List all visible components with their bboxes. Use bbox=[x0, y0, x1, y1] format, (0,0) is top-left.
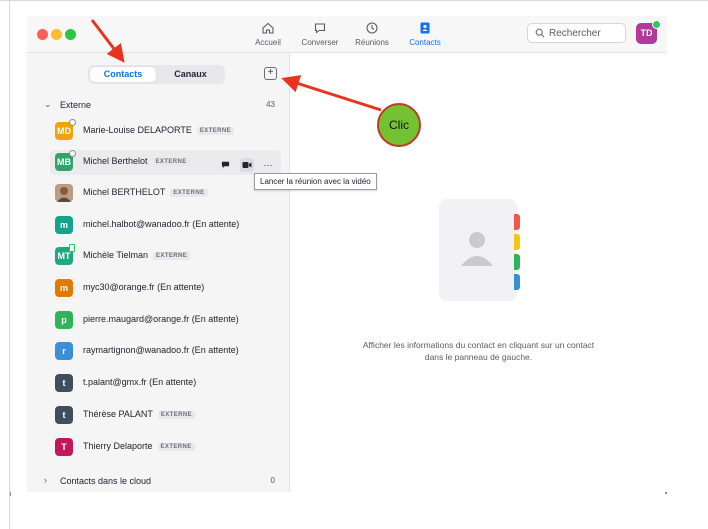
contact-row[interactable]: MB Michel Berthelot EXTERNE ··· bbox=[50, 150, 281, 175]
group-external-count: 43 bbox=[266, 100, 275, 109]
contact-photo-avatar bbox=[55, 184, 73, 202]
empty-state-line-1: Afficher les informations du contact en … bbox=[362, 340, 595, 350]
add-contact-button[interactable]: + bbox=[264, 67, 277, 80]
tab-contacts[interactable]: Contacts bbox=[90, 67, 156, 82]
contact-name: Marie-Louise DELAPORTE bbox=[83, 125, 192, 135]
search-placeholder: Rechercher bbox=[549, 28, 601, 39]
zoom-window-button[interactable] bbox=[65, 29, 76, 40]
contact-row[interactable]: t t.palant@gmx.fr (En attente) bbox=[50, 371, 281, 396]
video-call-tooltip: Lancer la réunion avec la vidéo bbox=[254, 173, 377, 190]
contact-avatar: T bbox=[55, 438, 73, 456]
nav-home[interactable]: Accueil bbox=[238, 21, 298, 47]
contact-avatar: p bbox=[55, 311, 73, 329]
chat-bubble-icon[interactable] bbox=[218, 158, 232, 172]
frame-top-line bbox=[0, 0, 708, 1]
contact-avatar: t bbox=[55, 374, 73, 392]
contact-name-line: Thérèse PALANT EXTERNE bbox=[83, 409, 196, 419]
empty-state-text: Afficher les informations du contact en … bbox=[290, 339, 667, 363]
contact-avatar: t bbox=[55, 406, 73, 424]
nav-meetings-label: Réunions bbox=[355, 38, 389, 47]
corner-mark bbox=[10, 492, 11, 496]
contact-name-line: Marie-Louise DELAPORTE EXTERNE bbox=[83, 125, 235, 135]
clock-icon bbox=[366, 22, 378, 34]
external-badge: EXTERNE bbox=[153, 252, 191, 260]
frame-left-line bbox=[9, 0, 10, 529]
contact-row[interactable]: r raymartignon@wanadoo.fr (En attente) bbox=[50, 339, 281, 364]
group-cloud-count: 0 bbox=[270, 476, 275, 485]
group-cloud-header[interactable]: › Contacts dans le cloud 0 bbox=[27, 474, 289, 490]
contacts-sidebar: Contacts Canaux + ⌄ Externe 43 MD Marie-… bbox=[27, 53, 290, 492]
nav-meetings[interactable]: Réunions bbox=[342, 21, 402, 47]
chat-icon bbox=[314, 23, 326, 34]
zoom-window: Accueil Converser Réunions Contacts Rech… bbox=[10, 16, 667, 496]
nav-contacts-label: Contacts bbox=[409, 38, 441, 47]
group-external-header[interactable]: ⌄ Externe 43 bbox=[27, 98, 289, 114]
phone-presence-icon bbox=[69, 244, 75, 252]
book-tab-blue bbox=[514, 274, 520, 290]
contact-name: myc30@orange.fr (En attente) bbox=[83, 282, 205, 292]
external-badge: EXTERNE bbox=[196, 127, 235, 135]
contact-name-line: Michel BERTHELOT EXTERNE bbox=[83, 187, 208, 197]
home-icon bbox=[262, 22, 274, 34]
contact-row[interactable]: m michel.halbot@wanadoo.fr (En attente) bbox=[50, 213, 281, 238]
external-badge: EXTERNE bbox=[152, 158, 190, 166]
search-icon bbox=[535, 28, 545, 38]
contact-row[interactable]: m myc30@orange.fr (En attente) bbox=[50, 276, 281, 301]
clic-annotation-bubble: Clic bbox=[377, 103, 421, 147]
contact-avatar: r bbox=[55, 342, 73, 360]
title-bar: Accueil Converser Réunions Contacts Rech… bbox=[27, 16, 667, 53]
contact-name: Thérèse PALANT bbox=[83, 409, 153, 419]
contact-row[interactable]: p pierre.maugard@orange.fr (En attente) bbox=[50, 308, 281, 333]
nav-chat[interactable]: Converser bbox=[290, 21, 350, 47]
contact-avatar: m bbox=[55, 216, 73, 234]
contact-row[interactable]: MD Marie-Louise DELAPORTE EXTERNE bbox=[50, 119, 281, 144]
minimize-window-button[interactable] bbox=[51, 29, 62, 40]
video-camera-icon[interactable] bbox=[239, 158, 254, 172]
presence-indicator bbox=[69, 119, 76, 126]
external-badge: EXTERNE bbox=[157, 411, 196, 419]
search-field[interactable]: Rechercher bbox=[527, 23, 626, 43]
external-badge: EXTERNE bbox=[170, 189, 208, 197]
tab-channels[interactable]: Canaux bbox=[158, 67, 223, 82]
nav-chat-label: Converser bbox=[301, 38, 339, 47]
online-status-dot bbox=[652, 20, 661, 29]
presence-indicator bbox=[69, 150, 76, 157]
contact-name-line: Michèle Tielman EXTERNE bbox=[83, 250, 191, 260]
contact-avatar: m bbox=[55, 279, 73, 297]
contact-detail-panel: Afficher les informations du contact en … bbox=[290, 53, 667, 492]
contact-name: Thierry Delaporte bbox=[83, 441, 153, 451]
group-cloud-name: Contacts dans le cloud bbox=[60, 476, 152, 486]
contact-row[interactable]: MT Michèle Tielman EXTERNE bbox=[50, 244, 281, 269]
contacts-channels-switch: Contacts Canaux bbox=[88, 65, 225, 84]
chevron-right-icon: › bbox=[44, 475, 47, 485]
row-actions: ··· bbox=[215, 155, 275, 172]
contact-name: Michèle Tielman bbox=[83, 250, 149, 260]
book-tab-yellow bbox=[514, 234, 520, 250]
nav-home-label: Accueil bbox=[255, 38, 281, 47]
chevron-down-icon: ⌄ bbox=[44, 99, 52, 109]
book-tab-red bbox=[514, 214, 520, 230]
empty-state-line-2: dans le panneau de gauche. bbox=[424, 352, 533, 362]
contact-name-line: Thierry Delaporte EXTERNE bbox=[83, 441, 195, 451]
contact-name: pierre.maugard@orange.fr (En attente) bbox=[83, 314, 239, 324]
more-options-icon[interactable]: ··· bbox=[261, 158, 275, 172]
contact-name: t.palant@gmx.fr (En attente) bbox=[83, 377, 197, 387]
nav-contacts[interactable]: Contacts bbox=[395, 21, 455, 47]
contact-row[interactable]: t Thérèse PALANT EXTERNE bbox=[50, 403, 281, 428]
external-badge: EXTERNE bbox=[157, 443, 195, 451]
contact-name-line: Michel Berthelot EXTERNE bbox=[83, 156, 190, 166]
book-tab-green bbox=[514, 254, 520, 270]
contact-name: Michel Berthelot bbox=[83, 156, 148, 166]
corner-mark bbox=[665, 492, 667, 494]
contact-book-illustration bbox=[439, 199, 517, 301]
contact-name: michel.halbot@wanadoo.fr (En attente) bbox=[83, 219, 240, 229]
group-external-name: Externe bbox=[60, 100, 92, 110]
contact-row[interactable]: T Thierry Delaporte EXTERNE bbox=[50, 435, 281, 460]
contact-row[interactable]: Michel BERTHELOT EXTERNE bbox=[50, 181, 281, 206]
contact-name: Michel BERTHELOT bbox=[83, 187, 166, 197]
close-window-button[interactable] bbox=[37, 29, 48, 40]
contact-book-icon bbox=[420, 22, 430, 34]
contact-name: raymartignon@wanadoo.fr (En attente) bbox=[83, 345, 239, 355]
